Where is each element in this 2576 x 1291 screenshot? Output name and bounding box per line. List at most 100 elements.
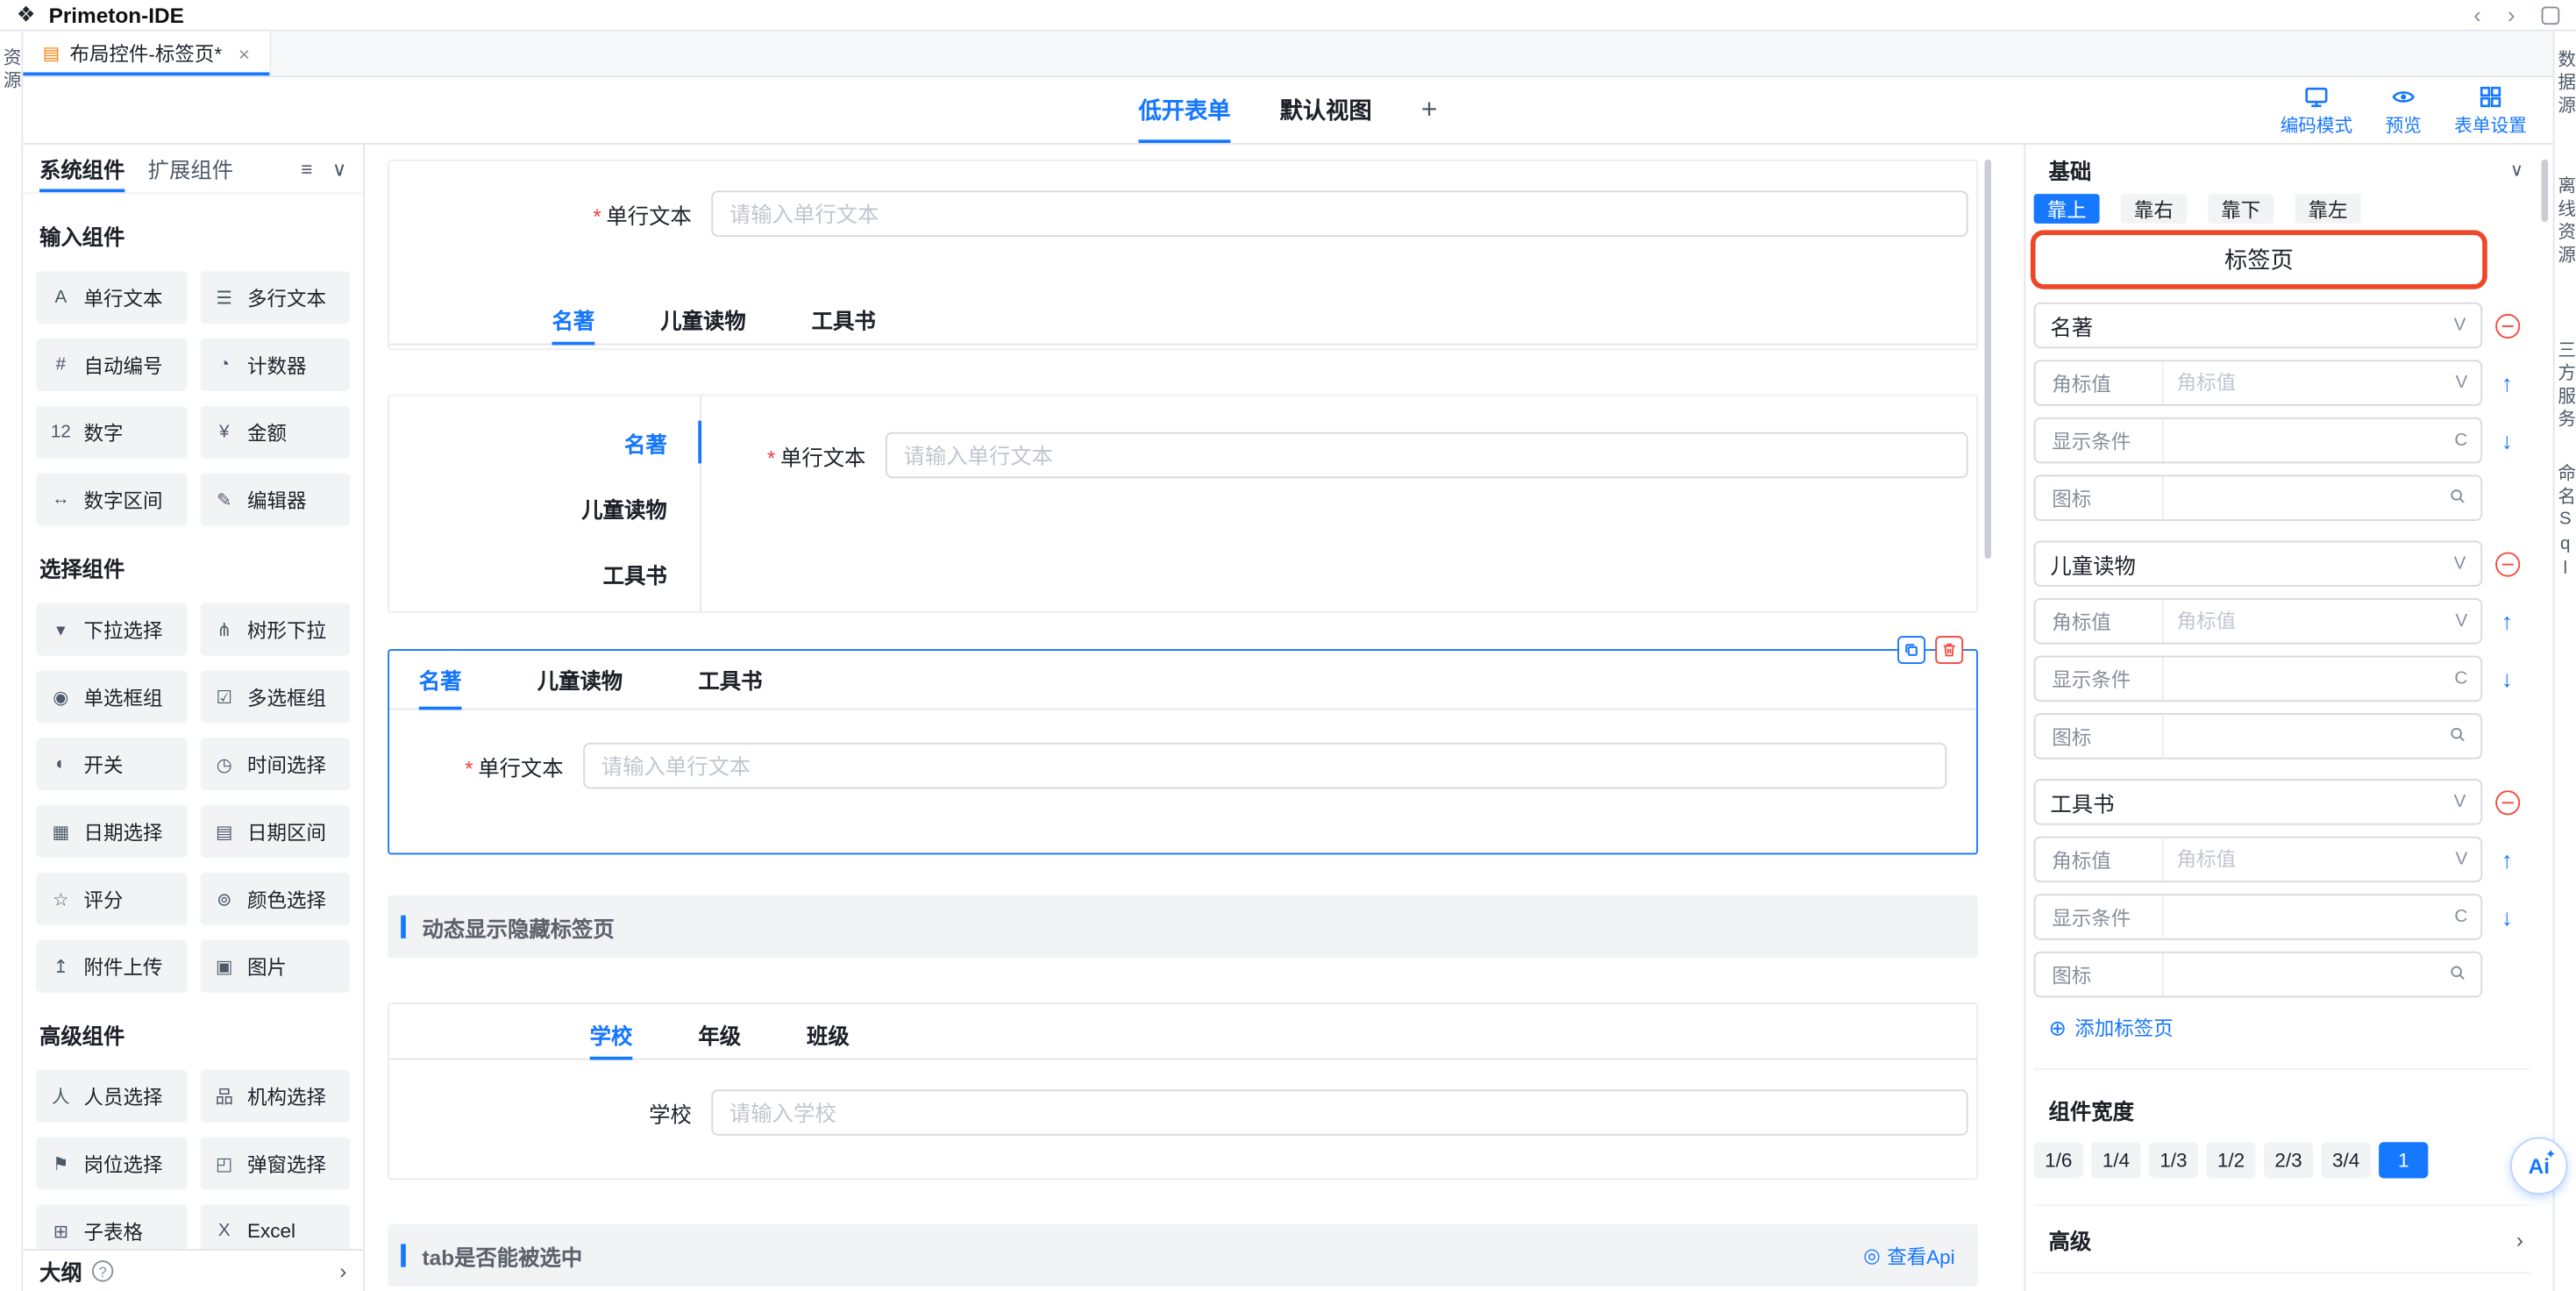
palette-item-popup-select[interactable]: ◰弹窗选择 — [200, 1138, 350, 1190]
condition-input[interactable] — [2164, 905, 2455, 928]
width-option-full[interactable]: 1 — [2379, 1142, 2428, 1178]
chevron-right-icon[interactable]: › — [339, 1259, 346, 1283]
tab-grade[interactable]: 年级 — [698, 1010, 741, 1058]
editor-tab-layout-tabs[interactable]: ▤ 布局控件-标签页* × — [23, 32, 271, 76]
palette-item-auto-number[interactable]: #自动编号 — [36, 339, 186, 391]
palette-item-color-picker[interactable]: ⊚颜色选择 — [200, 873, 350, 925]
form-settings-button[interactable]: 表单设置 — [2454, 83, 2526, 138]
tab-name-input[interactable]: 工具书V — [2034, 779, 2483, 824]
palette-item-single-line-text[interactable]: A单行文本 — [36, 271, 186, 324]
palette-item-multi-line-text[interactable]: ☰多行文本 — [200, 271, 350, 324]
width-option-2-3[interactable]: 2/3 — [2264, 1142, 2313, 1178]
palette-item-date-range[interactable]: ▤日期区间 — [200, 805, 350, 858]
badge-value-input[interactable] — [2164, 371, 2456, 394]
help-icon[interactable]: ? — [92, 1260, 113, 1281]
palette-item-number-range[interactable]: ↔数字区间 — [36, 474, 186, 526]
palette-item-number[interactable]: 12数字 — [36, 406, 186, 459]
palette-item-position-select[interactable]: ⚑岗位选择 — [36, 1138, 186, 1190]
condition-input[interactable] — [2164, 667, 2455, 690]
palette-item-image[interactable]: ▣图片 — [200, 940, 350, 993]
tab-default-view[interactable]: 默认视图 — [1280, 77, 1372, 143]
palette-item-dropdown[interactable]: ▾下拉选择 — [36, 603, 186, 656]
palette-item-date-picker[interactable]: ▦日期选择 — [36, 805, 186, 858]
tab-mingzhu[interactable]: 名著 — [419, 651, 462, 709]
style-section-header[interactable]: 样式 › — [2034, 1283, 2530, 1291]
advanced-section-header[interactable]: 高级 › — [2034, 1216, 2530, 1262]
search-icon[interactable] — [2448, 724, 2480, 748]
tabs-panel-school[interactable]: 学校 年级 班级 学校 — [388, 1002, 1978, 1180]
remove-tab-button[interactable] — [2494, 552, 2519, 576]
condition-toggle[interactable]: C — [2454, 907, 2480, 926]
tabs-panel-selected[interactable]: 名著 儿童读物 工具书 *单行文本 — [388, 649, 1978, 854]
tab-name-input[interactable]: 名著V — [2034, 303, 2483, 348]
add-view-button[interactable]: + — [1421, 77, 1438, 143]
rail-item-resources[interactable]: 资源 — [0, 47, 24, 93]
palette-item-person-select[interactable]: 人人员选择 — [36, 1070, 186, 1123]
palette-item-checkbox-group[interactable]: ☑多选框组 — [200, 670, 350, 723]
single-line-text-input[interactable] — [711, 190, 1968, 236]
tabs-panel-top-position[interactable]: *单行文本 名著 儿童读物 工具书 — [388, 160, 1978, 350]
variable-toggle[interactable]: V — [2454, 553, 2466, 573]
tab-school[interactable]: 学校 — [590, 1010, 633, 1058]
collapse-icon[interactable]: ∨ — [2510, 159, 2523, 180]
move-down-button[interactable]: ↓ — [2501, 667, 2513, 690]
close-icon[interactable]: × — [238, 42, 250, 65]
variable-toggle[interactable]: V — [2456, 611, 2481, 631]
tabs-panel-left-position[interactable]: 名著 儿童读物 工具书 *单行文本 — [388, 395, 1978, 613]
variable-toggle[interactable]: V — [2456, 373, 2481, 392]
search-icon[interactable] — [2448, 962, 2480, 987]
move-up-button[interactable]: ↑ — [2501, 610, 2513, 632]
width-option-1-3[interactable]: 1/3 — [2149, 1142, 2198, 1178]
position-left-button[interactable]: 靠左 — [2295, 194, 2361, 224]
move-down-button[interactable]: ↓ — [2501, 905, 2513, 928]
icon-input[interactable] — [2164, 724, 2448, 747]
position-right-button[interactable]: 靠右 — [2121, 194, 2187, 224]
variable-toggle[interactable]: V — [2454, 792, 2466, 811]
tab-childrens-books[interactable]: 儿童读物 — [537, 651, 623, 709]
view-api-link[interactable]: ◎ 查看Api — [1863, 1242, 1978, 1270]
tab-mingzhu[interactable]: 名著 — [389, 410, 700, 475]
move-up-button[interactable]: ↑ — [2501, 848, 2513, 871]
palette-item-org-select[interactable]: 品机构选择 — [200, 1070, 350, 1123]
icon-input[interactable] — [2164, 963, 2448, 986]
move-up-button[interactable]: ↑ — [2501, 371, 2513, 394]
basic-section-header[interactable]: 基础 ∨ — [2034, 145, 2530, 194]
palette-item-editor[interactable]: ✎编辑器 — [200, 474, 350, 526]
width-option-3-4[interactable]: 3/4 — [2322, 1142, 2371, 1178]
position-top-button[interactable]: 靠上 — [2034, 194, 2100, 224]
chevron-down-icon[interactable]: ∨ — [332, 157, 346, 180]
add-tab-link[interactable]: ⊕ 添加标签页 — [2034, 1014, 2530, 1042]
tab-childrens-books[interactable]: 儿童读物 — [660, 296, 745, 343]
nav-back-icon[interactable]: ‹ — [2473, 4, 2481, 26]
rail-item-offline-resources[interactable]: 离线资源 — [2552, 175, 2576, 267]
single-line-text-input[interactable] — [583, 743, 1946, 788]
width-option-1-6[interactable]: 1/6 — [2034, 1142, 2083, 1178]
school-input[interactable] — [711, 1089, 1968, 1135]
tab-reference-books[interactable]: 工具书 — [698, 651, 762, 709]
tab-childrens-books[interactable]: 儿童读物 — [389, 474, 700, 540]
width-option-1-2[interactable]: 1/2 — [2206, 1142, 2255, 1178]
preview-button[interactable]: 预览 — [2386, 83, 2422, 138]
tab-system-components[interactable]: 系统组件 — [39, 145, 125, 192]
tab-class[interactable]: 班级 — [807, 1010, 850, 1058]
palette-item-amount[interactable]: ¥金额 — [200, 406, 350, 459]
tab-mingzhu[interactable]: 名著 — [552, 296, 595, 343]
palette-item-counter[interactable]: ◔计数器 — [200, 339, 350, 391]
rail-item-datasource[interactable]: 数据源 — [2552, 49, 2576, 118]
canvas-scrollbar[interactable] — [1984, 160, 1990, 559]
badge-value-input[interactable] — [2164, 610, 2456, 632]
search-icon[interactable] — [2448, 486, 2480, 510]
remove-tab-button[interactable] — [2494, 789, 2519, 814]
tab-extended-components[interactable]: 扩展组件 — [148, 145, 233, 192]
palette-item-time-picker[interactable]: ◷时间选择 — [200, 738, 350, 790]
variable-toggle[interactable]: V — [2456, 850, 2481, 869]
delete-component-button[interactable] — [1935, 636, 1963, 664]
condition-input[interactable] — [2164, 429, 2455, 452]
single-line-text-input[interactable] — [886, 432, 1968, 478]
palette-item-tree-dropdown[interactable]: ⋔树形下拉 — [200, 603, 350, 656]
copy-component-button[interactable] — [1897, 636, 1925, 664]
rail-item-named-sql[interactable]: 命名Sql — [2552, 463, 2576, 583]
nav-forward-icon[interactable]: › — [2508, 4, 2516, 26]
palette-item-radio-group[interactable]: ◉单选框组 — [36, 670, 186, 723]
props-scrollbar[interactable] — [2542, 160, 2548, 222]
